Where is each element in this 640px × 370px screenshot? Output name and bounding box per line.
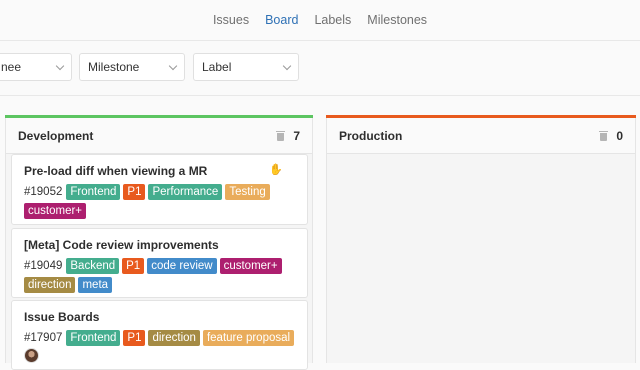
board-development: Development 7 Pre-load diff when viewing… xyxy=(5,115,313,370)
chevron-down-icon xyxy=(55,61,65,70)
label-badge[interactable]: meta xyxy=(78,277,113,293)
label-badge[interactable]: direction xyxy=(148,330,200,346)
label-dropdown-label: Label xyxy=(202,60,232,74)
label-badge[interactable]: P1 xyxy=(123,184,146,200)
issue-meta: #17907 Frontend P1 direction feature pro… xyxy=(24,330,295,346)
issue-number: #19049 xyxy=(24,260,63,272)
issue-number: #19052 xyxy=(24,186,63,198)
label-badge[interactable]: feature proposal xyxy=(202,330,295,346)
issue-card[interactable]: [Meta] Code review improvements #19049 B… xyxy=(11,228,308,298)
grab-hand-icon: ✋ xyxy=(269,164,283,176)
tab-issues[interactable]: Issues xyxy=(213,13,249,27)
tab-board[interactable]: Board xyxy=(265,13,298,27)
board-header: Development 7 xyxy=(6,118,312,154)
avatar[interactable] xyxy=(24,348,39,363)
label-badge[interactable]: Testing xyxy=(225,184,270,200)
milestone-dropdown-label: Milestone xyxy=(88,60,140,74)
filters-bar: nee Milestone Label xyxy=(0,40,640,96)
label-badge[interactable]: customer+ xyxy=(219,258,282,274)
label-dropdown[interactable]: Label xyxy=(193,53,299,81)
issue-meta: #19049 Backend P1 code review customer+ … xyxy=(24,258,295,293)
chevron-down-icon xyxy=(282,61,292,70)
issue-card[interactable]: Pre-load diff when viewing a MR #19052 F… xyxy=(11,154,308,225)
board-header: Production 0 xyxy=(327,118,635,154)
issue-title[interactable]: Issue Boards xyxy=(24,310,295,324)
board-title: Production xyxy=(339,128,403,143)
trash-icon[interactable] xyxy=(599,130,609,141)
label-badge[interactable]: P1 xyxy=(123,330,146,346)
tab-labels[interactable]: Labels xyxy=(314,13,351,27)
issue-count: 7 xyxy=(293,128,300,143)
milestone-dropdown[interactable]: Milestone xyxy=(79,53,185,81)
issue-title[interactable]: Pre-load diff when viewing a MR xyxy=(24,164,295,178)
assignee-dropdown-label: nee xyxy=(1,60,22,74)
assignee-dropdown[interactable]: nee xyxy=(0,53,72,81)
issue-meta: #19052 Frontend P1 Performance Testing c… xyxy=(24,184,295,219)
chevron-down-icon xyxy=(168,61,178,70)
board-nav: Issues Board Labels Milestones xyxy=(0,0,640,40)
tab-milestones[interactable]: Milestones xyxy=(367,13,427,27)
board-production: Production 0 xyxy=(326,115,636,363)
board-title: Development xyxy=(18,128,94,143)
label-badge[interactable]: customer+ xyxy=(24,203,87,219)
label-badge[interactable]: code review xyxy=(147,258,217,274)
label-badge[interactable]: Backend xyxy=(66,258,120,274)
label-badge[interactable]: Performance xyxy=(148,184,223,200)
label-badge[interactable]: Frontend xyxy=(66,330,121,346)
label-badge[interactable]: Frontend xyxy=(66,184,121,200)
issue-count: 0 xyxy=(616,128,623,143)
issue-title[interactable]: [Meta] Code review improvements xyxy=(24,238,295,252)
label-badge[interactable]: P1 xyxy=(122,258,145,274)
label-badge[interactable]: direction xyxy=(24,277,76,293)
trash-icon[interactable] xyxy=(276,130,286,141)
issue-card[interactable]: Issue Boards #17907 Frontend P1 directio… xyxy=(11,300,308,370)
issue-number: #17907 xyxy=(24,332,63,344)
